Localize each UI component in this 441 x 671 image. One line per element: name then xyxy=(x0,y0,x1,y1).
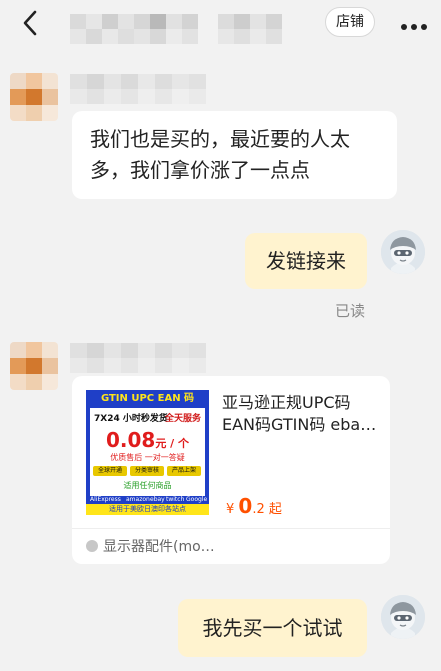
seller-message-bubble[interactable]: 我们也是买的，最近要的人太 多，我们拿价涨了一点点 xyxy=(72,111,397,199)
logo-aliexpress: AliExpress xyxy=(90,496,121,503)
image-price: 0.08元 / 个 xyxy=(90,428,205,452)
image-bottom-banner: 适用于美欧日澳印各站点 xyxy=(86,504,209,515)
chat-title-blurred xyxy=(68,12,290,46)
more-button[interactable] xyxy=(400,17,428,30)
product-category[interactable]: 显示器配件(mo… xyxy=(86,537,215,557)
price-suffix: 起 xyxy=(268,502,282,517)
back-button[interactable] xyxy=(16,8,46,38)
product-title-line: EAN码GTIN码 eba… xyxy=(222,415,377,434)
chevron-left-icon xyxy=(23,10,37,36)
seller-name-blurred xyxy=(70,343,208,373)
category-label: 显示器配件(mo… xyxy=(103,539,215,555)
message-line: 多，我们拿价涨了一点点 xyxy=(90,158,310,182)
image-tags: 全球开通 分类审核 产品上架 xyxy=(93,466,202,476)
seller-avatar[interactable] xyxy=(10,342,58,390)
read-status: 已读 xyxy=(335,302,366,320)
logo-twitch: twitch xyxy=(166,496,185,503)
product-image: GTIN UPC EAN 码 7X24 小时秒发货 全天服务 0.08元 / 个… xyxy=(86,390,209,515)
image-price-unit: 元 / 个 xyxy=(155,437,190,450)
image-price-value: 0.08 xyxy=(105,428,156,452)
image-tag: 分类审核 xyxy=(130,466,164,476)
image-subtitle: 优质售后 一对一答疑 xyxy=(110,453,185,462)
buyer-message-bubble[interactable]: 发链接来 xyxy=(245,233,367,289)
image-tag: 产品上架 xyxy=(167,466,201,476)
image-cta: 适用任何商品 xyxy=(123,481,172,490)
category-icon xyxy=(86,540,98,552)
image-panel: 7X24 小时秒发货 全天服务 0.08元 / 个 优质售后 一对一答疑 全球开… xyxy=(90,408,205,496)
image-top-banner: GTIN UPC EAN 码 xyxy=(100,393,195,404)
product-card[interactable]: GTIN UPC EAN 码 7X24 小时秒发货 全天服务 0.08元 / 个… xyxy=(72,376,390,564)
seller-avatar[interactable] xyxy=(10,73,58,121)
price-integer: 0 xyxy=(238,494,253,518)
price-decimal: .2 xyxy=(252,502,265,517)
image-shipping-text: 7X24 小时秒发货 xyxy=(94,414,168,424)
product-price: ¥ 0.2 起 xyxy=(226,494,282,518)
message-text: 我先买一个试试 xyxy=(202,616,343,640)
image-platform-logos: AliExpress amazon ebay twitch Google xyxy=(90,496,208,504)
buyer-avatar[interactable] xyxy=(381,230,425,274)
message-text: 发链接来 xyxy=(266,249,346,273)
buyer-avatar[interactable] xyxy=(381,595,425,639)
message-line: 我们也是买的，最近要的人太 xyxy=(90,127,350,151)
logo-amazon: amazon xyxy=(126,496,150,503)
seller-name-blurred xyxy=(70,74,208,104)
product-title-line: 亚马逊正规UPC码 xyxy=(222,393,351,412)
price-symbol: ¥ xyxy=(226,502,235,517)
logo-google: Google xyxy=(186,496,208,503)
shop-button[interactable]: 店铺 xyxy=(325,7,375,37)
card-divider xyxy=(72,528,390,529)
image-tag: 全球开通 xyxy=(93,466,127,476)
buyer-message-bubble[interactable]: 我先买一个试试 xyxy=(178,599,367,657)
image-service-text: 全天服务 xyxy=(164,414,201,424)
product-title[interactable]: 亚马逊正规UPC码 EAN码GTIN码 eba… xyxy=(222,392,382,436)
more-dots-icon xyxy=(401,24,427,30)
logo-ebay: ebay xyxy=(150,496,165,503)
